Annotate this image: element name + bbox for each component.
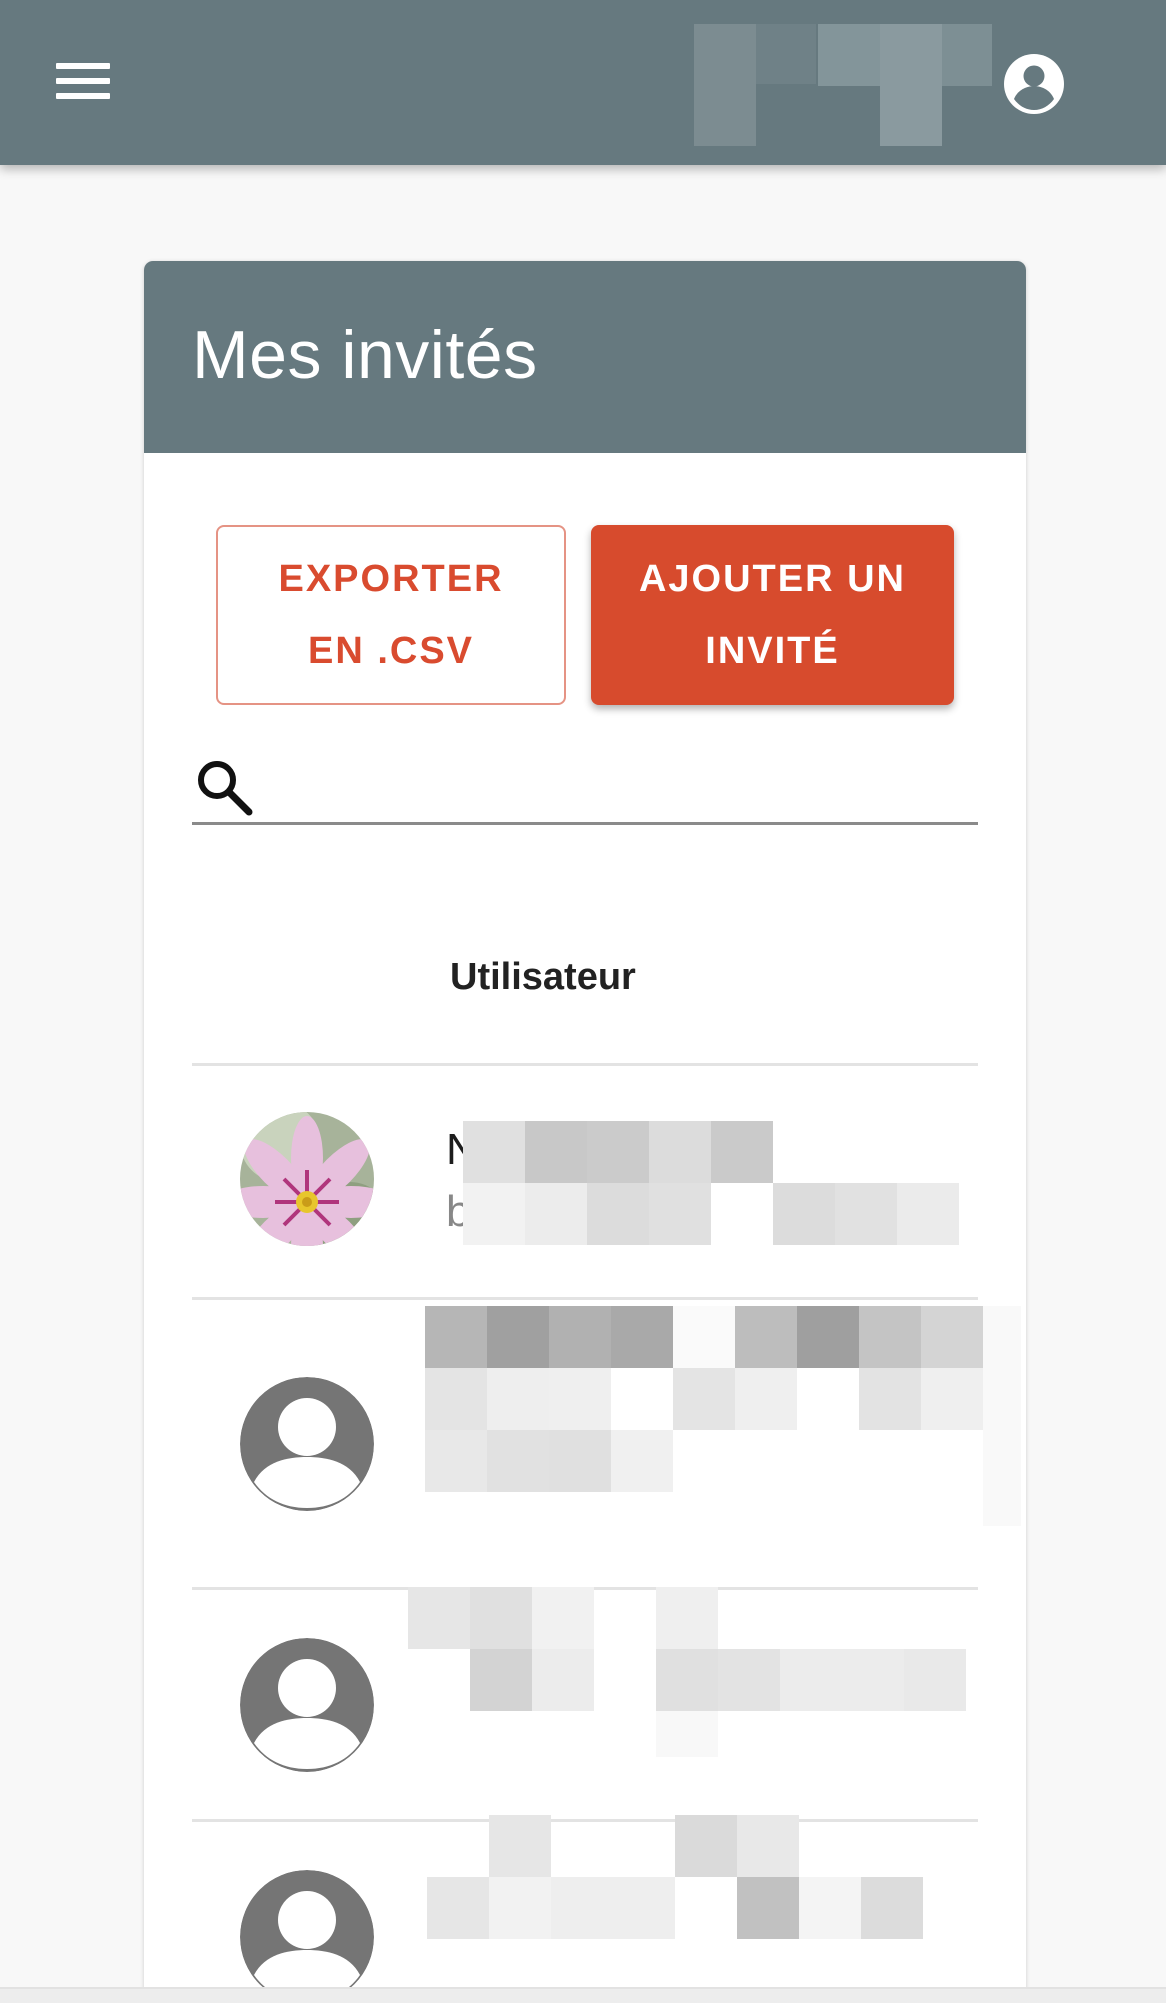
export-csv-label: EXPORTER EN .CSV — [278, 558, 504, 672]
card-header: Mes invités — [144, 261, 1026, 453]
table-row[interactable] — [192, 1587, 978, 1819]
table-row[interactable] — [192, 1301, 1021, 1589]
table-row[interactable]: N b — [192, 1067, 978, 1295]
row-divider — [192, 1063, 978, 1066]
column-header-user[interactable]: Utilisateur — [450, 956, 636, 999]
add-guest-label: AJOUTER UN INVITÉ — [638, 558, 907, 672]
user-photo-avatar — [240, 1112, 374, 1246]
search-icon — [198, 761, 253, 816]
row-divider — [192, 1297, 978, 1300]
add-guest-button[interactable]: AJOUTER UN INVITÉ — [591, 525, 954, 705]
menu-line — [56, 78, 110, 84]
menu-button[interactable] — [46, 54, 122, 114]
flower-photo — [240, 1112, 374, 1246]
default-user-icon — [240, 1377, 374, 1511]
app-bar — [0, 0, 1166, 165]
redacted-text — [408, 1587, 966, 1757]
bottom-edge — [0, 1987, 1166, 2003]
default-user-icon — [240, 1870, 374, 2003]
export-csv-button[interactable]: EXPORTER EN .CSV — [216, 525, 566, 705]
redacted-text — [425, 1306, 1021, 1526]
account-button[interactable] — [996, 46, 1072, 122]
table-row[interactable] — [192, 1815, 978, 2003]
redacted-text — [427, 1815, 923, 1939]
brand-logo — [694, 24, 992, 146]
redacted-text — [463, 1121, 959, 1245]
account-circle-icon — [1004, 54, 1064, 114]
search-input[interactable] — [272, 755, 972, 815]
menu-line — [56, 63, 110, 69]
search-field — [192, 747, 978, 825]
page-title: Mes invités — [192, 317, 538, 393]
default-avatar — [240, 1377, 374, 1511]
menu-line — [56, 93, 110, 99]
guests-card: Mes invités EXPORTER EN .CSV AJOUTER UN … — [144, 261, 1026, 2003]
default-avatar — [240, 1870, 374, 2003]
default-user-icon — [240, 1638, 374, 1772]
default-avatar — [240, 1638, 374, 1772]
